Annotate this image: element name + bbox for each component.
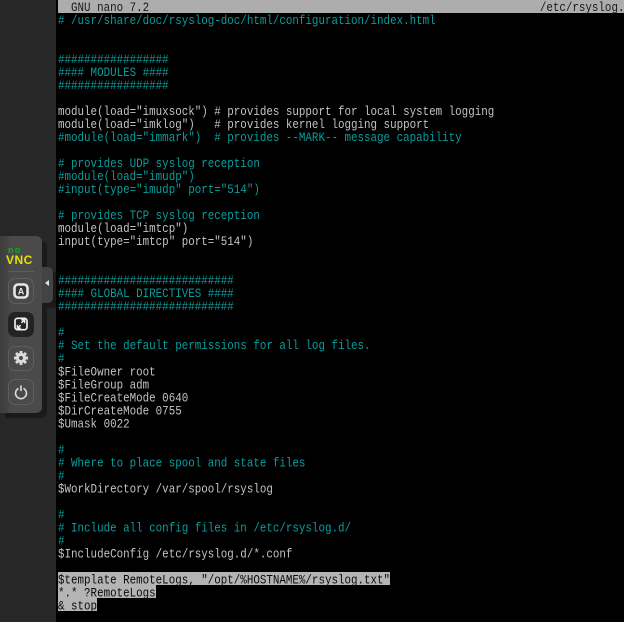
svg-text:A: A [18,286,25,296]
